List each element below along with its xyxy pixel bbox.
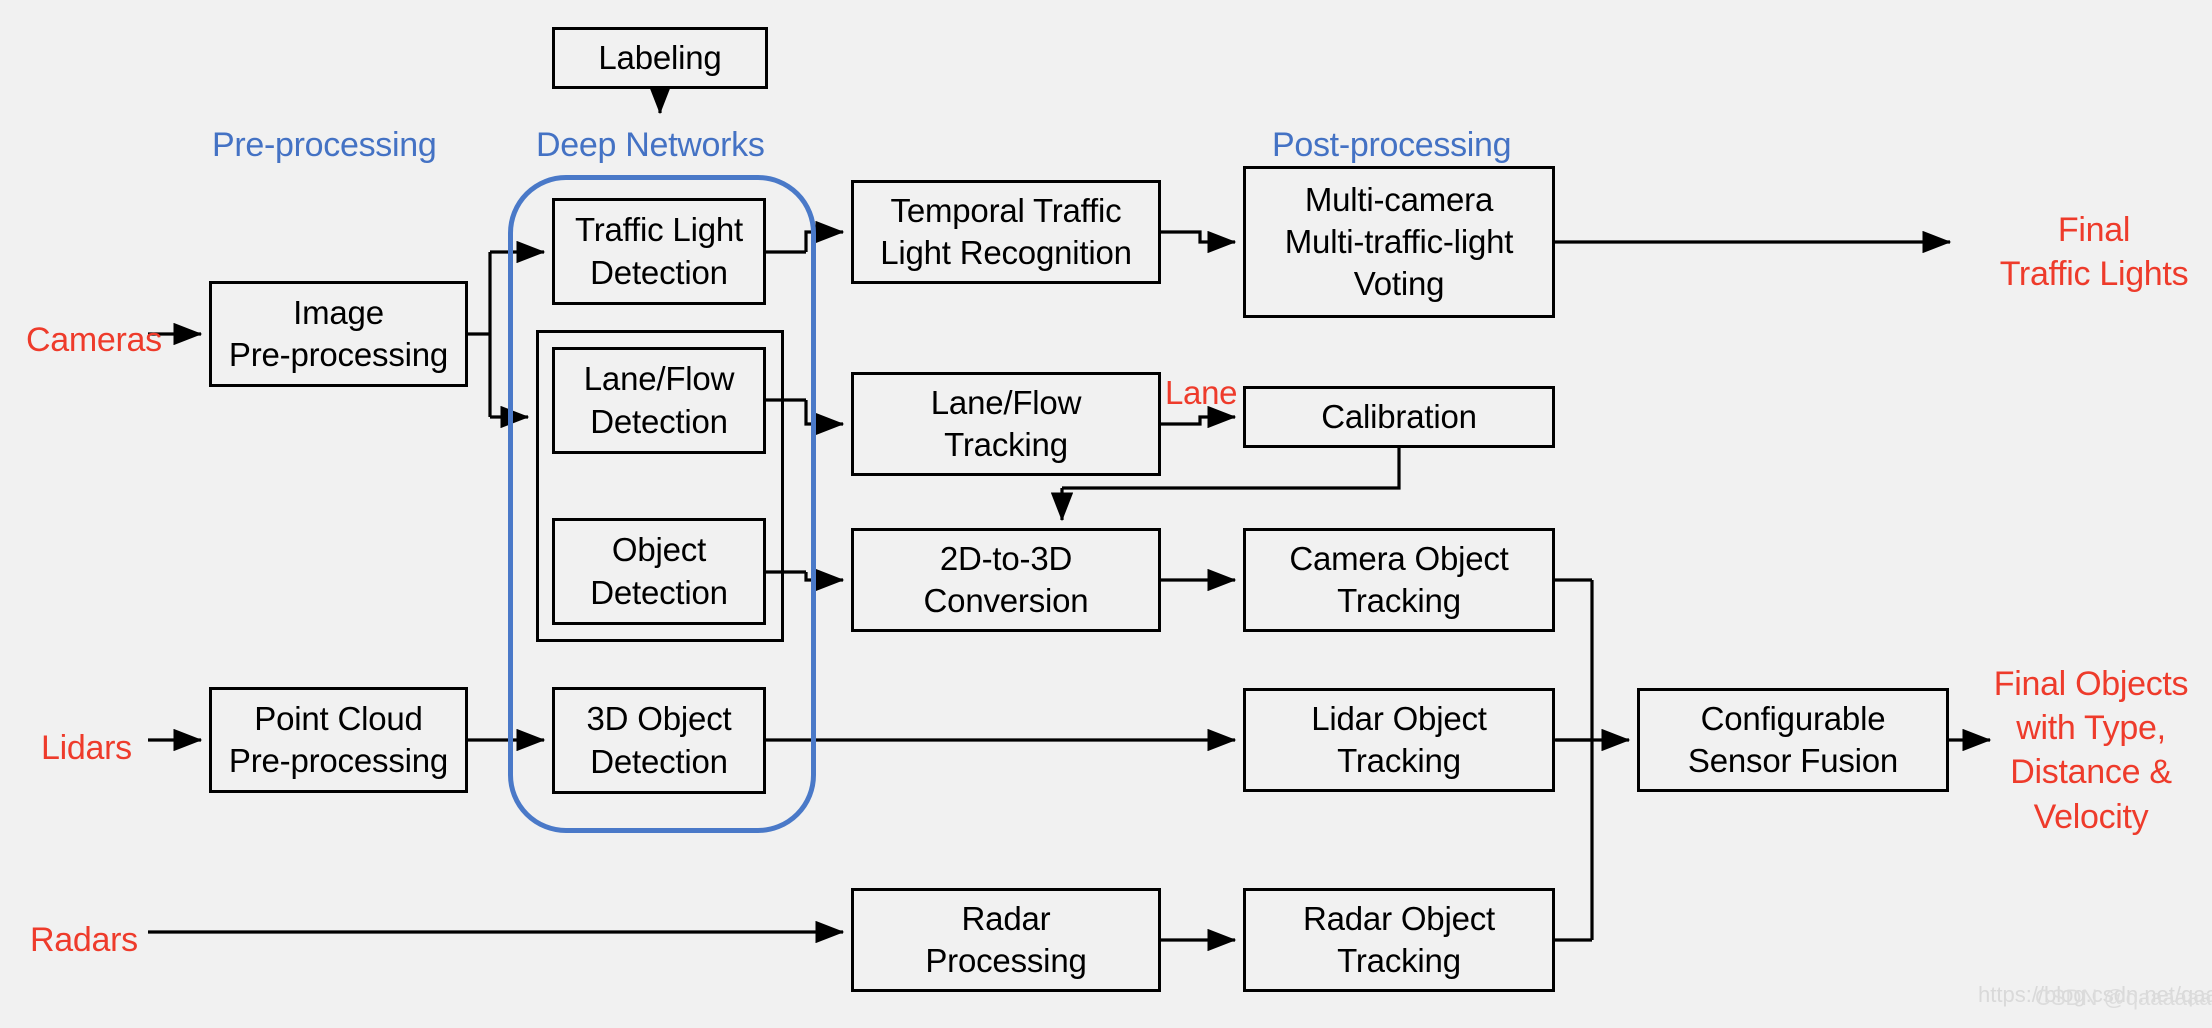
node-calibration[interactable]: Calibration — [1243, 386, 1555, 448]
node-multi-camera-voting[interactable]: Multi-camera Multi-traffic-light Voting — [1243, 166, 1555, 318]
output-label-final-traffic-lights: Final Traffic Lights — [1999, 211, 2189, 294]
input-label-lidars: Lidars — [41, 729, 132, 767]
stage-label-post-processing: Post-processing — [1272, 126, 1512, 164]
stage-label-pre-processing: Pre-processing — [212, 126, 437, 164]
node-labeling[interactable]: Labeling — [552, 27, 768, 89]
node-point-cloud-pre-processing[interactable]: Point Cloud Pre-processing — [209, 687, 468, 793]
node-3d-object-detection[interactable]: 3D Object Detection — [552, 687, 766, 794]
wire-ttlr-out-seg — [1161, 232, 1235, 242]
node-camera-object-tracking[interactable]: Camera Object Tracking — [1243, 528, 1555, 632]
node-image-pre-processing[interactable]: Image Pre-processing — [209, 281, 468, 387]
output-label-final-objects: Final Objects with Type, Distance & Velo… — [1993, 665, 2189, 836]
node-lidar-object-tracking[interactable]: Lidar Object Tracking — [1243, 688, 1555, 792]
stage-label-deep-networks: Deep Networks — [536, 126, 765, 164]
node-lane-flow-tracking[interactable]: Lane/Flow Tracking — [851, 372, 1161, 476]
node-radar-processing[interactable]: Radar Processing — [851, 888, 1161, 992]
input-label-radars: Radars — [30, 921, 138, 959]
edge-label-lane: Lane — [1165, 374, 1238, 411]
watermark-author: CSDN @qaaaaaaz — [2035, 985, 2212, 1010]
wire-ttlr-to-voting — [1161, 230, 1237, 254]
wire-lft-out-seg — [1161, 417, 1235, 424]
node-configurable-sensor-fusion[interactable]: Configurable Sensor Fusion — [1637, 688, 1949, 792]
diagram-canvas: Pre-processing Deep Networks Post-proces… — [0, 0, 2212, 1028]
node-lane-flow-detection[interactable]: Lane/Flow Detection — [552, 347, 766, 454]
wire-lft-to-calibration — [1161, 405, 1237, 429]
node-2d-to-3d-conversion[interactable]: 2D-to-3D Conversion — [851, 528, 1161, 632]
node-traffic-light-detection[interactable]: Traffic Light Detection — [552, 198, 766, 305]
input-label-cameras: Cameras — [26, 321, 162, 359]
node-object-detection[interactable]: Object Detection — [552, 518, 766, 625]
node-temporal-traffic-light-recognition[interactable]: Temporal Traffic Light Recognition — [851, 180, 1161, 284]
node-radar-object-tracking[interactable]: Radar Object Tracking — [1243, 888, 1555, 992]
